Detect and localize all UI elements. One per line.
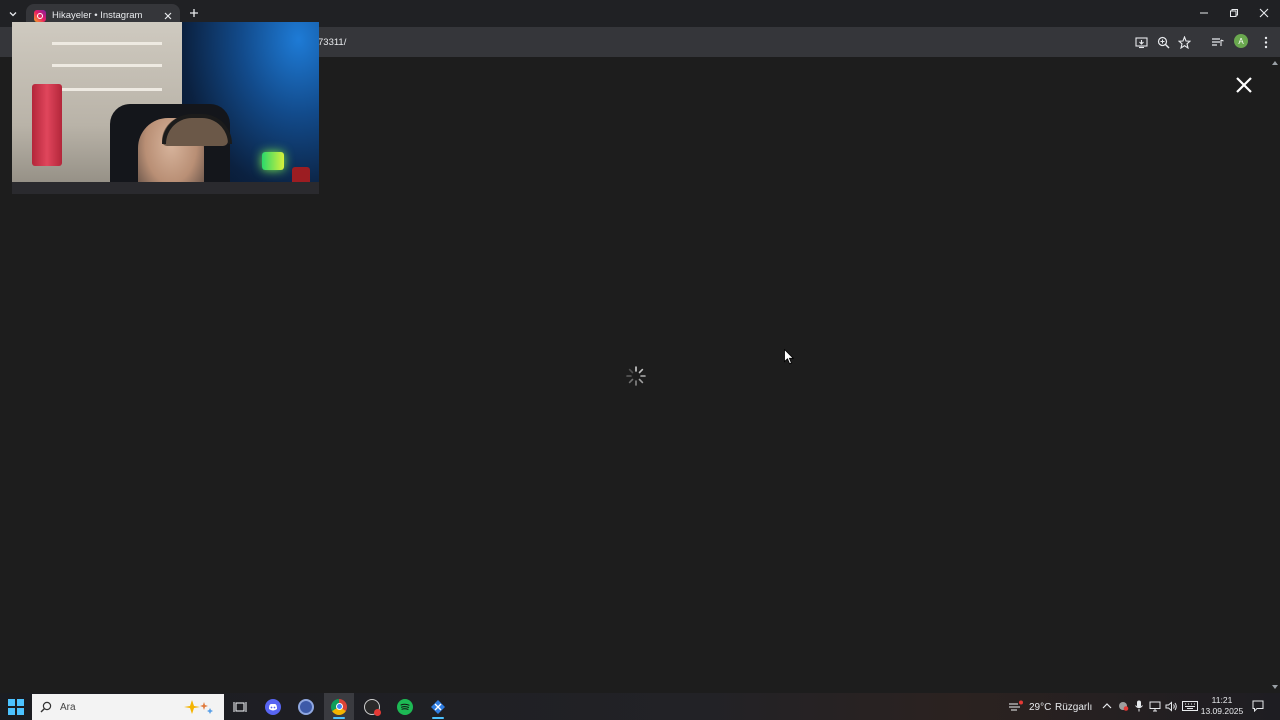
scroll-down-arrow-icon[interactable] <box>1272 685 1278 689</box>
close-icon <box>1259 8 1269 18</box>
chrome-icon <box>331 698 347 715</box>
taskbar: Ara 29°C Rüzgarlı 11:21 13.09.2025 <box>0 693 1280 720</box>
volume-button[interactable] <box>1164 699 1178 713</box>
tab-close-button[interactable] <box>162 10 174 22</box>
gauge-icon <box>364 698 381 716</box>
search-icon <box>40 701 52 713</box>
weather-temp[interactable]: 29°C <box>1029 702 1051 713</box>
taskbar-app-chrome[interactable] <box>324 693 354 720</box>
keyboard-button[interactable] <box>1181 699 1199 713</box>
browser-menu-button[interactable] <box>1258 34 1274 50</box>
more-vertical-icon <box>1264 36 1268 48</box>
taskbar-app-discord[interactable] <box>258 693 288 720</box>
minimize-button[interactable] <box>1194 4 1214 22</box>
tab-search-button[interactable] <box>4 5 22 23</box>
close-icon <box>1236 77 1252 93</box>
network-button[interactable] <box>1148 699 1162 713</box>
profile-avatar[interactable]: A <box>1234 34 1248 48</box>
keyboard-icon <box>1182 701 1198 711</box>
chevron-down-icon <box>9 12 17 17</box>
install-icon <box>1134 36 1148 48</box>
close-window-button[interactable] <box>1254 4 1274 22</box>
close-icon <box>164 12 172 19</box>
media-controls-button[interactable] <box>1209 34 1225 50</box>
tab-title: Hikayeler • Instagram <box>52 10 143 21</box>
star-icon <box>1177 35 1191 49</box>
snipping-tool-icon <box>431 699 445 714</box>
system-clock[interactable]: 11:21 13.09.2025 <box>1200 695 1244 717</box>
discord-icon <box>265 698 281 715</box>
chevron-up-icon <box>1102 703 1112 709</box>
search-highlight-icon <box>184 700 213 714</box>
restore-button[interactable] <box>1224 4 1244 22</box>
microphone-icon <box>1135 700 1143 712</box>
minimize-icon <box>1200 12 1208 14</box>
zoom-button[interactable] <box>1155 34 1171 50</box>
restore-icon <box>1230 9 1238 17</box>
loading-spinner-icon <box>626 366 646 386</box>
instagram-icon <box>34 9 46 22</box>
plus-icon <box>190 9 198 17</box>
app-icon <box>298 698 314 715</box>
mouse-cursor-icon <box>784 349 794 365</box>
microphone-button[interactable] <box>1132 699 1146 713</box>
search-placeholder: Ara <box>60 701 76 713</box>
page-scrollbar[interactable] <box>1270 57 1280 693</box>
zoom-icon <box>1157 36 1169 48</box>
address-bar[interactable]: 73311/ <box>310 31 1160 53</box>
windows-logo-icon <box>8 699 15 706</box>
taskbar-app-spotify[interactable] <box>390 693 420 720</box>
install-app-button[interactable] <box>1133 34 1149 50</box>
scroll-up-arrow-icon[interactable] <box>1272 61 1278 65</box>
taskbar-search-input[interactable]: Ara <box>32 694 224 720</box>
weather-icon[interactable] <box>1007 699 1025 713</box>
clock-time: 11:21 <box>1211 695 1233 705</box>
task-view-icon <box>233 701 247 712</box>
cloud-sync-icon <box>1119 702 1129 711</box>
taskbar-app-steelseries[interactable] <box>357 693 387 720</box>
address-url: 73311/ <box>318 36 347 48</box>
show-hidden-icons-button[interactable] <box>1100 699 1114 713</box>
spotify-icon <box>397 698 413 715</box>
bookmark-button[interactable] <box>1176 34 1192 50</box>
speaker-icon <box>1165 700 1177 712</box>
weather-condition[interactable]: Rüzgarlı <box>1055 702 1092 713</box>
start-button[interactable] <box>8 699 24 715</box>
tray-app-icon[interactable] <box>1116 699 1130 713</box>
taskbar-app-generic[interactable] <box>291 693 321 720</box>
story-close-button[interactable] <box>1232 73 1256 97</box>
task-view-button[interactable] <box>225 693 255 720</box>
notifications-button[interactable] <box>1251 699 1265 713</box>
new-tab-button[interactable] <box>186 5 202 21</box>
webcam-overlay <box>12 22 319 194</box>
network-icon <box>1149 701 1161 711</box>
clock-date: 13.09.2025 <box>1200 706 1244 716</box>
playlist-icon <box>1211 37 1224 46</box>
taskbar-app-snipping[interactable] <box>423 693 453 720</box>
notification-icon <box>1252 700 1264 712</box>
